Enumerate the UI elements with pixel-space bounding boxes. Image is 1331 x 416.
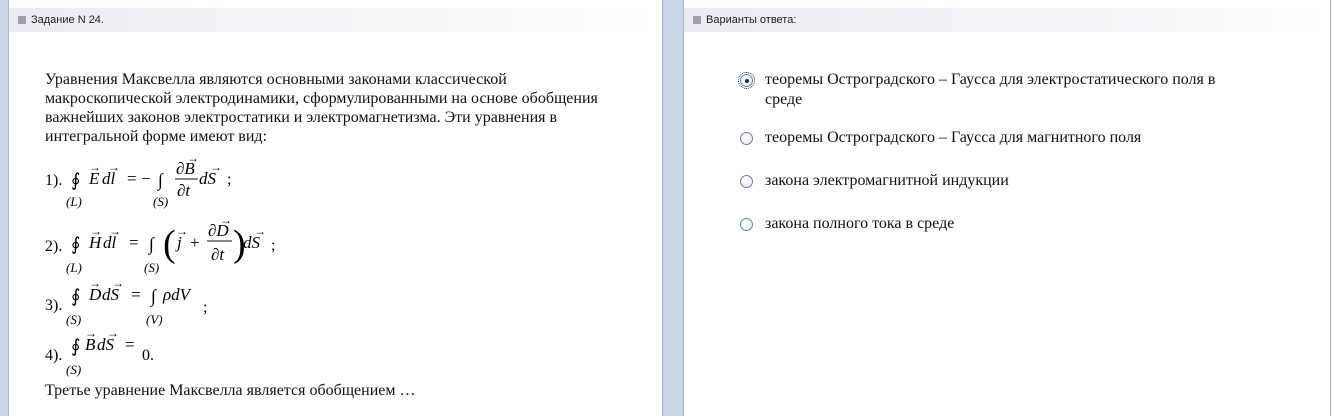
svg-text:ρdV: ρdV <box>162 285 193 304</box>
answer-option-1[interactable]: теоремы Остроградского – Гаусса для элек… <box>738 70 1260 110</box>
formula-2-svg: 2). ∮ (L) H → dl → = ∫ (S) ( j → + ∂D → … <box>45 213 275 275</box>
formula-1: 1). ∮ (L) E → dl → = − ∫ (S) ∂B → ∂t dS … <box>45 151 275 219</box>
svg-text:→: → <box>254 224 266 238</box>
svg-text:(V): (V) <box>146 312 163 327</box>
svg-text:∮: ∮ <box>71 170 80 190</box>
svg-text:(S): (S) <box>153 194 168 209</box>
svg-text:→: → <box>89 160 101 174</box>
svg-text:∂t: ∂t <box>211 245 225 264</box>
svg-text:→: → <box>108 160 120 174</box>
svg-text:(S): (S) <box>144 260 159 275</box>
svg-text:→: → <box>107 326 119 340</box>
svg-text:→: → <box>85 326 97 340</box>
svg-text:(L): (L) <box>66 194 82 209</box>
svg-text:→: → <box>210 160 222 174</box>
svg-text:→: → <box>89 276 101 290</box>
formula-3-svg: 3). ∮ (S) D → dS → = ∫ (V) ρdV ; <box>45 276 207 327</box>
svg-text:→: → <box>187 151 199 165</box>
svg-text:∫: ∫ <box>150 286 157 307</box>
answer-option-4-label[interactable]: закона полного тока в среде <box>765 214 954 234</box>
answer-option-3[interactable]: закона электромагнитной индукции <box>740 171 1260 191</box>
answer-option-1-label[interactable]: теоремы Остроградского – Гаусса для элек… <box>765 70 1235 110</box>
task-title: Задание N 24. <box>31 14 104 26</box>
formula-3: 3). ∮ (S) D → dS → = ∫ (V) ρdV ; <box>45 276 245 333</box>
svg-text:;: ; <box>227 171 231 188</box>
question-text-block: Уравнения Максвелла являются основными з… <box>45 70 615 146</box>
svg-text:∂t: ∂t <box>177 181 191 200</box>
formula-1-svg: 1). ∮ (L) E → dl → = − ∫ (S) ∂B → ∂t dS … <box>45 151 231 209</box>
svg-text:∮: ∮ <box>71 286 80 306</box>
svg-text:→: → <box>220 213 232 227</box>
answer-option-2-label[interactable]: теоремы Остроградского – Гаусса для магн… <box>765 128 1141 148</box>
svg-text:(L): (L) <box>66 260 82 275</box>
radio-icon[interactable] <box>740 175 753 188</box>
formula-3-label: 3). <box>45 297 62 314</box>
formula-2: 2). ∮ (L) H → dl → = ∫ (S) ( j → + ∂D → … <box>45 213 285 281</box>
svg-text:;: ; <box>271 237 275 254</box>
svg-text:→: → <box>176 224 188 238</box>
formula-4-label: 4). <box>45 347 62 364</box>
formula-4: 4). ∮ (S) B → dS → = 0. <box>45 326 205 383</box>
answer-option-2[interactable]: теоремы Остроградского – Гаусса для магн… <box>740 128 1260 148</box>
formula-4-svg: 4). ∮ (S) B → dS → = 0. <box>45 326 154 377</box>
answers-title: Варианты ответа: <box>706 14 797 26</box>
svg-text:= −: = − <box>127 169 150 188</box>
svg-text:=: = <box>131 285 141 304</box>
question-text: Уравнения Максвелла являются основными з… <box>45 71 598 145</box>
svg-text:(S): (S) <box>66 362 81 377</box>
svg-text:=: = <box>129 233 139 252</box>
header-square-icon <box>693 16 701 24</box>
formula-4-result: 0. <box>142 347 154 364</box>
svg-text:∮: ∮ <box>71 336 80 356</box>
svg-text:+: + <box>190 233 200 252</box>
svg-text:(S): (S) <box>66 312 81 327</box>
svg-text:(: ( <box>163 223 176 265</box>
answer-option-3-label[interactable]: закона электромагнитной индукции <box>765 171 1009 191</box>
radio-icon[interactable] <box>740 218 753 231</box>
radio-selected-icon[interactable] <box>738 72 755 89</box>
svg-text:=: = <box>125 335 135 354</box>
header-square-icon <box>18 16 26 24</box>
task-header: Задание N 24. <box>9 8 662 32</box>
svg-text:∫: ∫ <box>148 234 155 255</box>
answers-header: Варианты ответа: <box>684 8 1330 32</box>
closing-question: Третье уравнение Максвелла является обоб… <box>45 382 416 399</box>
svg-text:→: → <box>109 224 121 238</box>
answer-option-4[interactable]: закона полного тока в среде <box>740 214 1260 234</box>
svg-text:∮: ∮ <box>71 234 80 254</box>
svg-text:→: → <box>90 224 102 238</box>
radio-icon[interactable] <box>740 132 753 145</box>
svg-text:→: → <box>112 276 124 290</box>
answers-panel: Варианты ответа: теоремы Остроградского … <box>683 0 1331 416</box>
svg-text:;: ; <box>203 299 207 316</box>
formula-2-label: 2). <box>45 238 62 255</box>
svg-text:∫: ∫ <box>157 170 164 191</box>
formula-1-label: 1). <box>45 172 62 189</box>
